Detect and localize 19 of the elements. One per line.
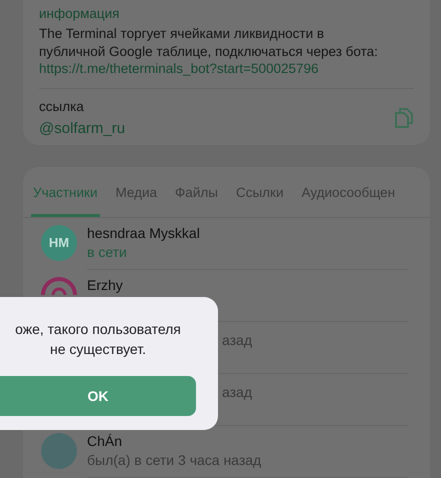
bot-link[interactable]: https://t.me/theterminals_bot?start=500025796 xyxy=(39,60,414,78)
avatar: HM xyxy=(41,224,77,261)
tab[interactable]: Участники xyxy=(31,166,100,217)
member-status: был(а) в сети 3 часа назад xyxy=(87,452,262,468)
member-status: азад xyxy=(222,384,254,400)
photo-placeholder xyxy=(41,432,77,469)
copy-icon[interactable] xyxy=(394,106,414,129)
section-label: ссылка xyxy=(39,98,85,114)
avatar-icon xyxy=(41,276,77,295)
member-status: азад xyxy=(222,332,254,348)
member-name: hesndraa Myskkal xyxy=(87,224,201,241)
member-status: в сети xyxy=(87,244,128,260)
username-link[interactable]: @solfarm_ru xyxy=(39,120,126,137)
member-name: Erzhy xyxy=(87,276,124,293)
alert-message: оже, такого пользователя не существует. xyxy=(14,320,182,360)
description-text: The Terminal торгует ячейками ликвидности в публичной Google таблице, подключаться через бота: xyxy=(39,25,379,60)
member-name: ChÁn xyxy=(87,432,124,449)
section-label: информация xyxy=(39,6,120,21)
ok-button[interactable]: OK xyxy=(0,376,196,416)
